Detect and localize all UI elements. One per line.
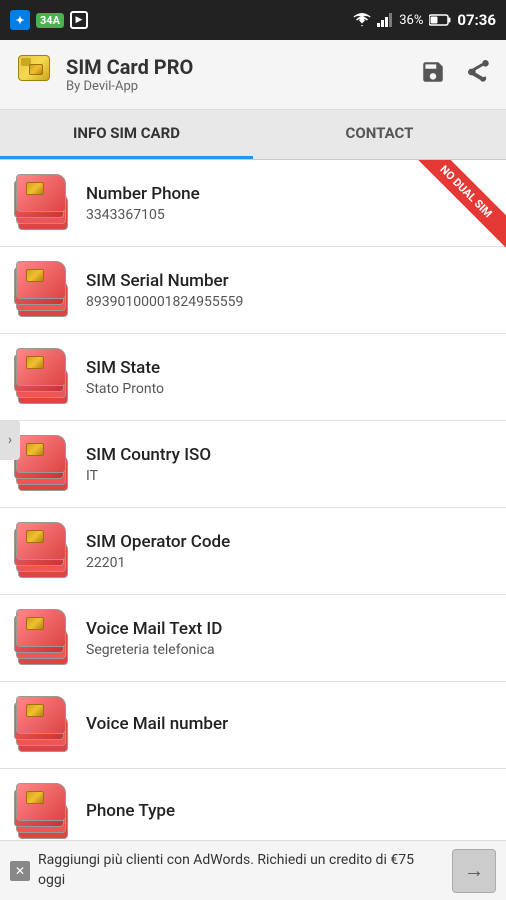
value-sim-operator: 22201 [86,555,492,571]
info-row-phone-type: Phone Type [0,769,506,840]
no-dual-badge-text: NO DUAL SIM [408,160,506,249]
app-header: SIM Card PRO By Devil-App [0,40,506,110]
no-dual-sim-badge: NO DUAL SIM [406,160,506,260]
value-sim-state: Stato Pronto [86,381,492,397]
info-text-sim-country: SIM Country ISO IT [86,445,492,484]
app-header-left: SIM Card PRO By Devil-App [14,55,193,95]
app-subtitle: By Devil-App [66,79,193,94]
info-text-sim-operator: SIM Operator Code 22201 [86,532,492,571]
status-right: 36% 07:36 [353,11,496,29]
ad-close-button[interactable]: ✕ [10,861,30,881]
sim-stack-icon-5 [14,522,72,580]
share-button[interactable] [466,59,492,91]
battery-percent: 36% [399,13,423,28]
value-sim-serial: 89390100001824955559 [86,294,492,310]
wifi-icon [353,13,371,27]
info-row-voicemail-number: Voice Mail number [0,682,506,769]
app-title: SIM Card PRO [66,55,193,79]
battery-icon [429,14,451,26]
status-left: ✦ 34A ▶ [10,10,88,30]
sim-stack-icon-6 [14,609,72,667]
label-voicemail-number: Voice Mail number [86,714,492,734]
info-row-sim-state: SIM State Stato Pronto [0,334,506,421]
info-text-sim-state: SIM State Stato Pronto [86,358,492,397]
tab-bar: INFO SIM CARD CONTACT [0,110,506,160]
tab-contact[interactable]: CONTACT [253,110,506,159]
label-sim-state: SIM State [86,358,492,378]
info-text-voicemail-number: Voice Mail number [86,714,492,737]
time-display: 07:36 [457,11,496,29]
info-row-sim-country: SIM Country ISO IT [0,421,506,508]
content-area: NO DUAL SIM Number Phone 3343367105 [0,160,506,840]
info-text-phone-type: Phone Type [86,801,492,824]
info-row-sim-operator: SIM Operator Code 22201 [0,508,506,595]
app-header-right [420,59,492,91]
app-title-group: SIM Card PRO By Devil-App [66,55,193,94]
sim-stack-icon [14,174,72,232]
sim-stack-icon-7 [14,696,72,754]
status-bar: ✦ 34A ▶ 36% [0,0,506,40]
ad-banner: ✕ Raggiungi più clienti con AdWords. Ric… [0,840,506,900]
info-row-sim-serial: SIM Serial Number 89390100001824955559 [0,247,506,334]
page-wrapper: ✦ 34A ▶ 36% [0,0,506,900]
app-icon [14,55,54,95]
notification-badge: 34A [36,13,64,28]
label-sim-operator: SIM Operator Code [86,532,492,552]
info-row-voicemail-text: Voice Mail Text ID Segreteria telefonica [0,595,506,682]
info-text-voicemail-text: Voice Mail Text ID Segreteria telefonica [86,619,492,658]
signal-icon [377,13,393,27]
save-button[interactable] [420,59,446,91]
label-voicemail-text: Voice Mail Text ID [86,619,492,639]
label-sim-country: SIM Country ISO [86,445,492,465]
value-sim-country: IT [86,468,492,484]
label-phone-type: Phone Type [86,801,492,821]
ad-text: Raggiungi più clienti con AdWords. Richi… [38,851,442,890]
dropbox-icon: ✦ [10,10,30,30]
info-text-sim-serial: SIM Serial Number 89390100001824955559 [86,271,492,310]
label-sim-serial: SIM Serial Number [86,271,492,291]
sim-stack-icon-4 [14,435,72,493]
side-arrow-button[interactable]: › [0,420,20,460]
sim-stack-icon-3 [14,348,72,406]
ad-arrow-button[interactable]: → [452,849,496,893]
value-voicemail-text: Segreteria telefonica [86,642,492,658]
tab-info-sim-card[interactable]: INFO SIM CARD [0,110,253,159]
sim-stack-icon-2 [14,261,72,319]
screen-record-icon: ▶ [70,11,88,29]
sim-stack-icon-8 [14,783,72,840]
